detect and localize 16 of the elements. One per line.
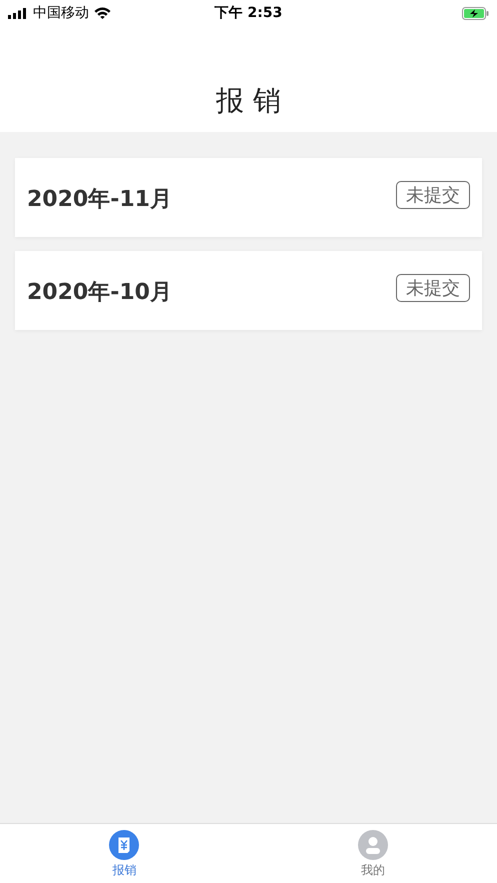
yuan-document-icon: [109, 830, 140, 860]
tab-item[interactable]: 报销: [0, 824, 248, 883]
wifi-icon: [94, 7, 111, 19]
page-title: 报 销: [216, 83, 281, 119]
clock-time: 下午 2:53: [214, 4, 282, 22]
status-tag: 未提交: [396, 180, 470, 208]
month-card[interactable]: 2020年-11月 未提交: [15, 158, 482, 237]
person-icon: [358, 830, 388, 860]
month-label: 2020年-10月: [27, 278, 172, 306]
month-label: 2020年-11月: [27, 186, 172, 214]
status-tag: 未提交: [396, 274, 470, 302]
tab-item[interactable]: 我的: [248, 824, 497, 883]
carrier-name: 中国移动: [33, 4, 89, 22]
signal-icon: [8, 8, 28, 18]
battery-icon: [462, 6, 489, 20]
month-card[interactable]: 2020年-10月 未提交: [15, 251, 482, 330]
